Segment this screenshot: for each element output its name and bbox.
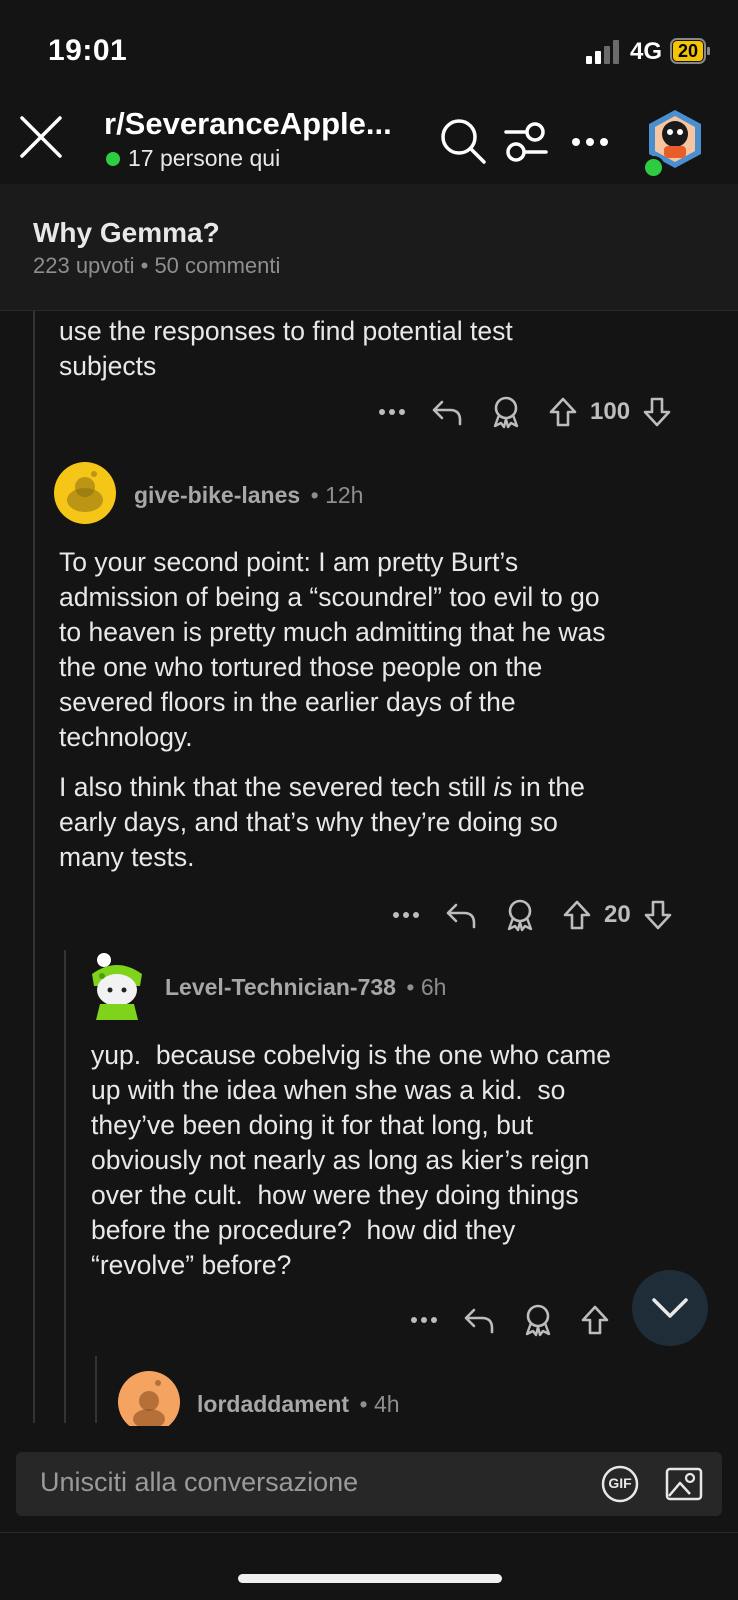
post-meta: 223 upvoti • 50 commenti	[33, 253, 281, 278]
comment-line: “revolve” before?	[91, 1250, 292, 1280]
comment-avatar[interactable]	[84, 952, 150, 1022]
comment-line: they’ve been doing it for that long, but	[91, 1110, 533, 1140]
comment-line: yup. because cobelvig is the one who cam…	[91, 1040, 612, 1070]
award-icon[interactable]	[490, 395, 522, 429]
thread-line[interactable]	[95, 1356, 97, 1423]
comment-age: • 4h	[359, 1391, 400, 1417]
award-icon[interactable]	[504, 898, 536, 932]
subreddit-title[interactable]: r/SeveranceApple...	[104, 106, 392, 142]
reply-icon[interactable]	[444, 899, 478, 931]
downvote-icon[interactable]	[642, 396, 672, 428]
more-icon[interactable]	[568, 124, 612, 160]
comment-avatar[interactable]	[118, 1371, 180, 1427]
comment-text-part: I also think that the severed tech still	[59, 772, 494, 802]
comment-line: before the procedure? how did they	[91, 1215, 516, 1245]
comment-line: I also think that the severed tech still…	[59, 770, 719, 805]
comment-line: early days, and that’s why they’re doing…	[59, 807, 558, 837]
upvote-icon[interactable]	[562, 899, 592, 931]
home-indicator[interactable]	[238, 1574, 502, 1583]
comment-line: severed floors in the earlier days of th…	[59, 687, 516, 717]
comment-line: subjects	[59, 351, 157, 381]
divider	[0, 1532, 738, 1533]
comment-line: use the responses to find potential test	[59, 316, 513, 346]
battery-icon: 20	[670, 38, 710, 64]
online-indicator	[106, 152, 120, 166]
comment-line: the one who tortured those people on the	[59, 652, 543, 682]
status-time: 19:01	[48, 34, 128, 67]
comment-age: • 12h	[310, 482, 364, 508]
composer-placeholder[interactable]: Unisciti alla conversazione	[40, 1467, 358, 1498]
comment-body: yup. because cobelvig is the one who cam…	[91, 1038, 721, 1283]
close-icon[interactable]	[16, 112, 66, 162]
image-icon[interactable]	[664, 1464, 704, 1504]
comment-body: use the responses to find potential test…	[59, 314, 699, 384]
post-title: Why Gemma?	[33, 217, 220, 248]
more-icon[interactable]	[388, 900, 424, 930]
more-icon[interactable]	[374, 397, 410, 427]
network-type: 4G	[630, 38, 663, 65]
reply-icon[interactable]	[430, 396, 464, 428]
thread-line[interactable]	[33, 311, 35, 1423]
comment-line: up with the idea when she was a kid. so	[91, 1075, 566, 1105]
signal-icon	[586, 40, 619, 64]
downvote-icon[interactable]	[643, 899, 673, 931]
award-icon[interactable]	[522, 1303, 554, 1337]
comment-line: many tests.	[59, 842, 195, 872]
comment-actions: 100	[374, 392, 672, 432]
comment-avatar[interactable]	[54, 462, 116, 524]
comment-line: obviously not nearly as long as kier’s r…	[91, 1145, 590, 1175]
vote-count: 20	[604, 901, 631, 928]
comment-text-part: in the	[512, 772, 585, 802]
filter-icon[interactable]	[502, 120, 550, 164]
next-comment-button[interactable]	[632, 1270, 708, 1346]
comment-author[interactable]: give-bike-lanes	[134, 482, 300, 508]
upvote-icon[interactable]	[548, 396, 578, 428]
vote-count: 100	[590, 398, 631, 425]
comment-line: technology.	[59, 722, 193, 752]
comment-author[interactable]: Level-Technician-738	[165, 974, 396, 1000]
comment-header: Level-Technician-738 • 6h	[165, 974, 446, 1001]
comment-author[interactable]: lordaddament	[197, 1391, 349, 1417]
comment-header: lordaddament • 4h	[197, 1391, 400, 1418]
comment-body: To your second point: I am pretty Burt’s…	[59, 545, 719, 875]
online-count: 17 persone qui	[128, 145, 281, 171]
thread-line[interactable]	[64, 950, 66, 1423]
comment-line: over the cult. how were they doing thing…	[91, 1180, 579, 1210]
reply-icon[interactable]	[462, 1304, 496, 1336]
battery-level: 20	[677, 41, 699, 61]
comment-actions: 20	[388, 895, 673, 935]
chevron-down-icon	[652, 1298, 688, 1318]
comment-actions	[406, 1300, 610, 1340]
gif-button[interactable]: GIF	[600, 1464, 640, 1504]
comment-emphasis: is	[493, 772, 513, 802]
comment-line: to heaven is pretty much admitting that …	[59, 617, 606, 647]
search-icon[interactable]	[438, 116, 488, 166]
upvote-icon[interactable]	[580, 1304, 610, 1336]
comment-header: give-bike-lanes • 12h	[134, 482, 363, 509]
gif-label: GIF	[608, 1475, 632, 1491]
comment-age: • 6h	[406, 974, 447, 1000]
comment-line: To your second point: I am pretty Burt’s	[59, 547, 519, 577]
online-status-dot	[642, 156, 665, 179]
more-icon[interactable]	[406, 1305, 442, 1335]
comment-line: admission of being a “scoundrel” too evi…	[59, 582, 600, 612]
